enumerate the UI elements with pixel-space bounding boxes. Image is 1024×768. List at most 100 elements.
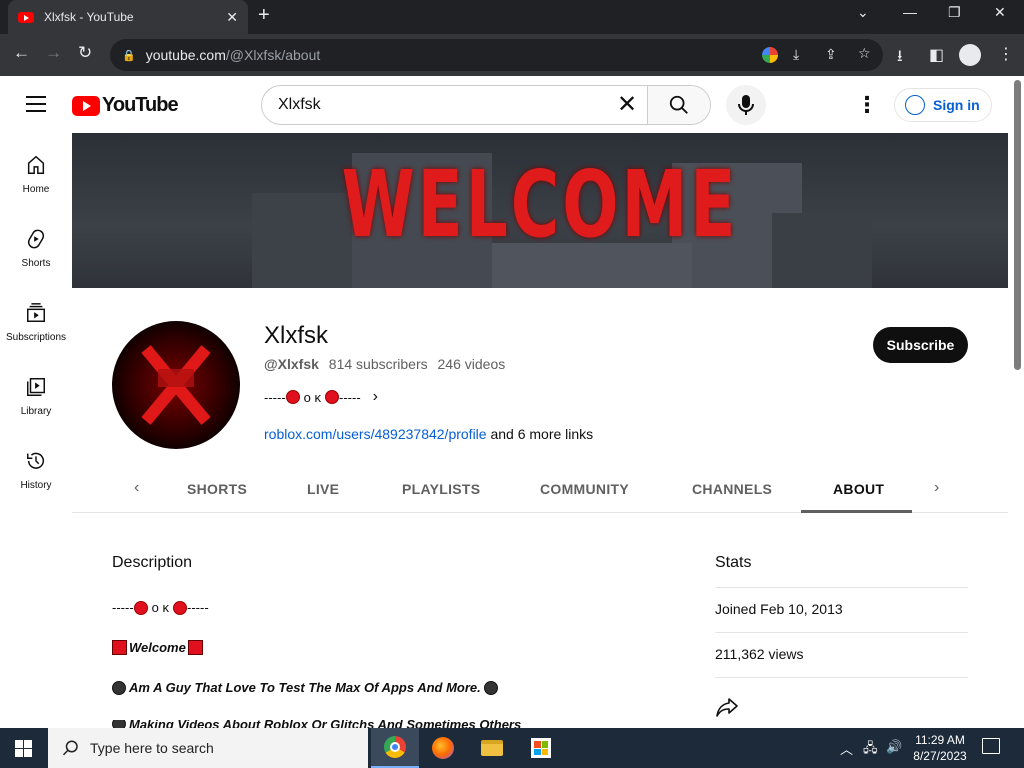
search-input[interactable]: Xlxfsk: [262, 86, 607, 124]
channel-links: roblox.com/users/489237842/profile and 6…: [264, 426, 593, 442]
lock-icon: 🔒: [122, 49, 136, 62]
taskbar-search[interactable]: Type here to search: [48, 728, 368, 768]
tab-search-icon[interactable]: ⌄: [857, 4, 869, 21]
channel-name: Xlxfsk: [264, 322, 329, 349]
chevron-left-icon[interactable]: ‹: [134, 479, 139, 497]
tagline-text: ᴏ ᴋ: [303, 389, 321, 405]
channel-banner: WELCOME: [72, 133, 1008, 288]
channel-meta: @Xlxfsk 814 subscribers 246 videos: [264, 356, 505, 372]
nav-home-label: Home: [22, 184, 50, 195]
downloads-icon[interactable]: ⭳: [897, 45, 903, 72]
library-icon: [27, 378, 45, 396]
new-tab-button[interactable]: +: [258, 4, 270, 27]
url-text: youtube.com/@Xlxfsk/about: [146, 47, 321, 63]
description-line-1: ----- ᴏ ᴋ -----: [112, 600, 209, 615]
nav-library[interactable]: Library: [0, 376, 72, 417]
minimize-button[interactable]: —: [903, 4, 917, 20]
tagline-dashes-left: -----: [264, 389, 286, 405]
tab-about[interactable]: ABOUT: [833, 481, 884, 497]
notification-center-icon[interactable]: [982, 738, 1000, 754]
chevron-right-icon[interactable]: ›: [934, 479, 939, 497]
roblox-profile-link[interactable]: roblox.com/users/489237842/profile: [264, 426, 487, 442]
sign-in-button[interactable]: Sign in: [894, 88, 992, 122]
network-icon[interactable]: 🖧: [863, 739, 878, 761]
close-tab-icon[interactable]: ✕: [226, 9, 238, 26]
tab-channels[interactable]: CHANNELS: [692, 481, 772, 497]
hamburger-menu-icon[interactable]: [26, 96, 46, 112]
subscriber-count: 814 subscribers: [328, 356, 428, 372]
taskbar-clock[interactable]: 11:29 AM 8/27/2023: [905, 732, 975, 764]
nav-subscriptions[interactable]: Subscriptions: [0, 302, 72, 343]
youtube-wordmark: YouTube: [102, 94, 179, 116]
taskbar-store[interactable]: [517, 728, 565, 768]
search-box: Xlxfsk ✕: [261, 85, 711, 125]
description-line-2: Welcome: [112, 640, 203, 655]
close-window-button[interactable]: ✕: [994, 4, 1006, 21]
description-line-4: Making Videos About Roblox Or Glitchs An…: [112, 720, 524, 728]
nav-shorts-label: Shorts: [21, 258, 51, 269]
windows-start-icon[interactable]: [15, 740, 32, 757]
nav-subscriptions-label: Subscriptions: [5, 332, 67, 343]
description-heading: Description: [112, 554, 193, 571]
google-lens-icon[interactable]: [762, 47, 778, 63]
browser-tab[interactable]: Xlxfsk - YouTube ✕: [8, 0, 248, 34]
description-bio-text: Am A Guy That Love To Test The Max Of Ap…: [129, 680, 481, 695]
channel-handle: @Xlxfsk: [264, 356, 319, 372]
volume-icon[interactable]: 🔊: [886, 739, 902, 755]
black-circle-icon: [112, 680, 126, 695]
page-scrollbar[interactable]: [1012, 76, 1024, 728]
show-hidden-icons-chevron-icon[interactable]: ︿: [840, 739, 853, 758]
side-panel-icon[interactable]: ◧: [929, 45, 944, 65]
share-icon[interactable]: ⇪: [825, 46, 837, 63]
install-app-icon[interactable]: ⤓: [793, 46, 799, 63]
tab-live[interactable]: LIVE: [307, 481, 339, 497]
description-welcome-text: Welcome: [129, 640, 186, 655]
chrome-icon: [384, 736, 406, 758]
description-line-3: Am A Guy That Love To Test The Max Of Ap…: [112, 680, 498, 695]
browser-menu-icon[interactable]: ⋮: [998, 44, 1014, 64]
active-tab-indicator: [801, 510, 912, 513]
voice-search-button[interactable]: [726, 85, 766, 125]
profile-avatar-icon[interactable]: [959, 44, 981, 66]
nav-home[interactable]: Home: [0, 154, 72, 195]
youtube-logo[interactable]: YouTube: [72, 94, 179, 117]
reload-button[interactable]: ↻: [78, 43, 92, 63]
nav-shorts[interactable]: Shorts: [0, 228, 72, 269]
forward-button[interactable]: →: [45, 43, 62, 63]
search-button[interactable]: [647, 86, 710, 124]
video-count: 246 videos: [437, 356, 506, 372]
browser-tab-strip: Xlxfsk - YouTube ✕ + ⌄ — ❐ ✕: [0, 0, 1024, 34]
bookmark-star-icon[interactable]: ☆: [858, 45, 871, 62]
restore-button[interactable]: ❐: [948, 4, 961, 21]
search-icon: [62, 740, 78, 756]
share-channel-button[interactable]: [715, 696, 739, 723]
clear-search-icon[interactable]: ✕: [607, 86, 647, 124]
youtube-header: YouTube Xlxfsk ✕ ⋮ Sign in: [0, 76, 1024, 132]
taskbar-firefox[interactable]: [419, 728, 467, 768]
tab-community[interactable]: COMMUNITY: [540, 481, 629, 497]
nav-library-label: Library: [20, 406, 52, 417]
red-circle-icon: [325, 390, 339, 404]
url-path: /@Xlxfsk/about: [225, 47, 321, 63]
channel-tagline[interactable]: ----- ᴏ ᴋ ----- ›: [264, 388, 378, 406]
microphone-icon: [738, 95, 754, 115]
description-ok-text: ᴏ ᴋ: [151, 600, 169, 615]
nav-history[interactable]: History: [0, 450, 72, 491]
tab-playlists[interactable]: PLAYLISTS: [402, 481, 480, 497]
firefox-icon: [432, 737, 454, 759]
search-icon: [669, 95, 688, 114]
black-circle-icon: [112, 720, 126, 728]
chevron-right-icon[interactable]: ›: [373, 388, 378, 406]
back-button[interactable]: ←: [13, 43, 30, 63]
banner-welcome-text: WELCOME: [341, 151, 739, 258]
taskbar-chrome[interactable]: [371, 728, 419, 768]
tab-shorts[interactable]: SHORTS: [187, 481, 247, 497]
taskbar-file-explorer[interactable]: [468, 728, 516, 768]
subscribe-button[interactable]: Subscribe: [873, 327, 968, 363]
sign-in-label: Sign in: [933, 97, 980, 113]
channel-tabs: ‹ SHORTS LIVE PLAYLISTS COMMUNITY CHANNE…: [72, 465, 1008, 513]
scrollbar-thumb[interactable]: [1014, 80, 1021, 370]
clock-time: 11:29 AM: [915, 733, 965, 747]
more-links-text[interactable]: and 6 more links: [490, 426, 593, 442]
settings-more-icon[interactable]: ⋮: [856, 92, 878, 118]
